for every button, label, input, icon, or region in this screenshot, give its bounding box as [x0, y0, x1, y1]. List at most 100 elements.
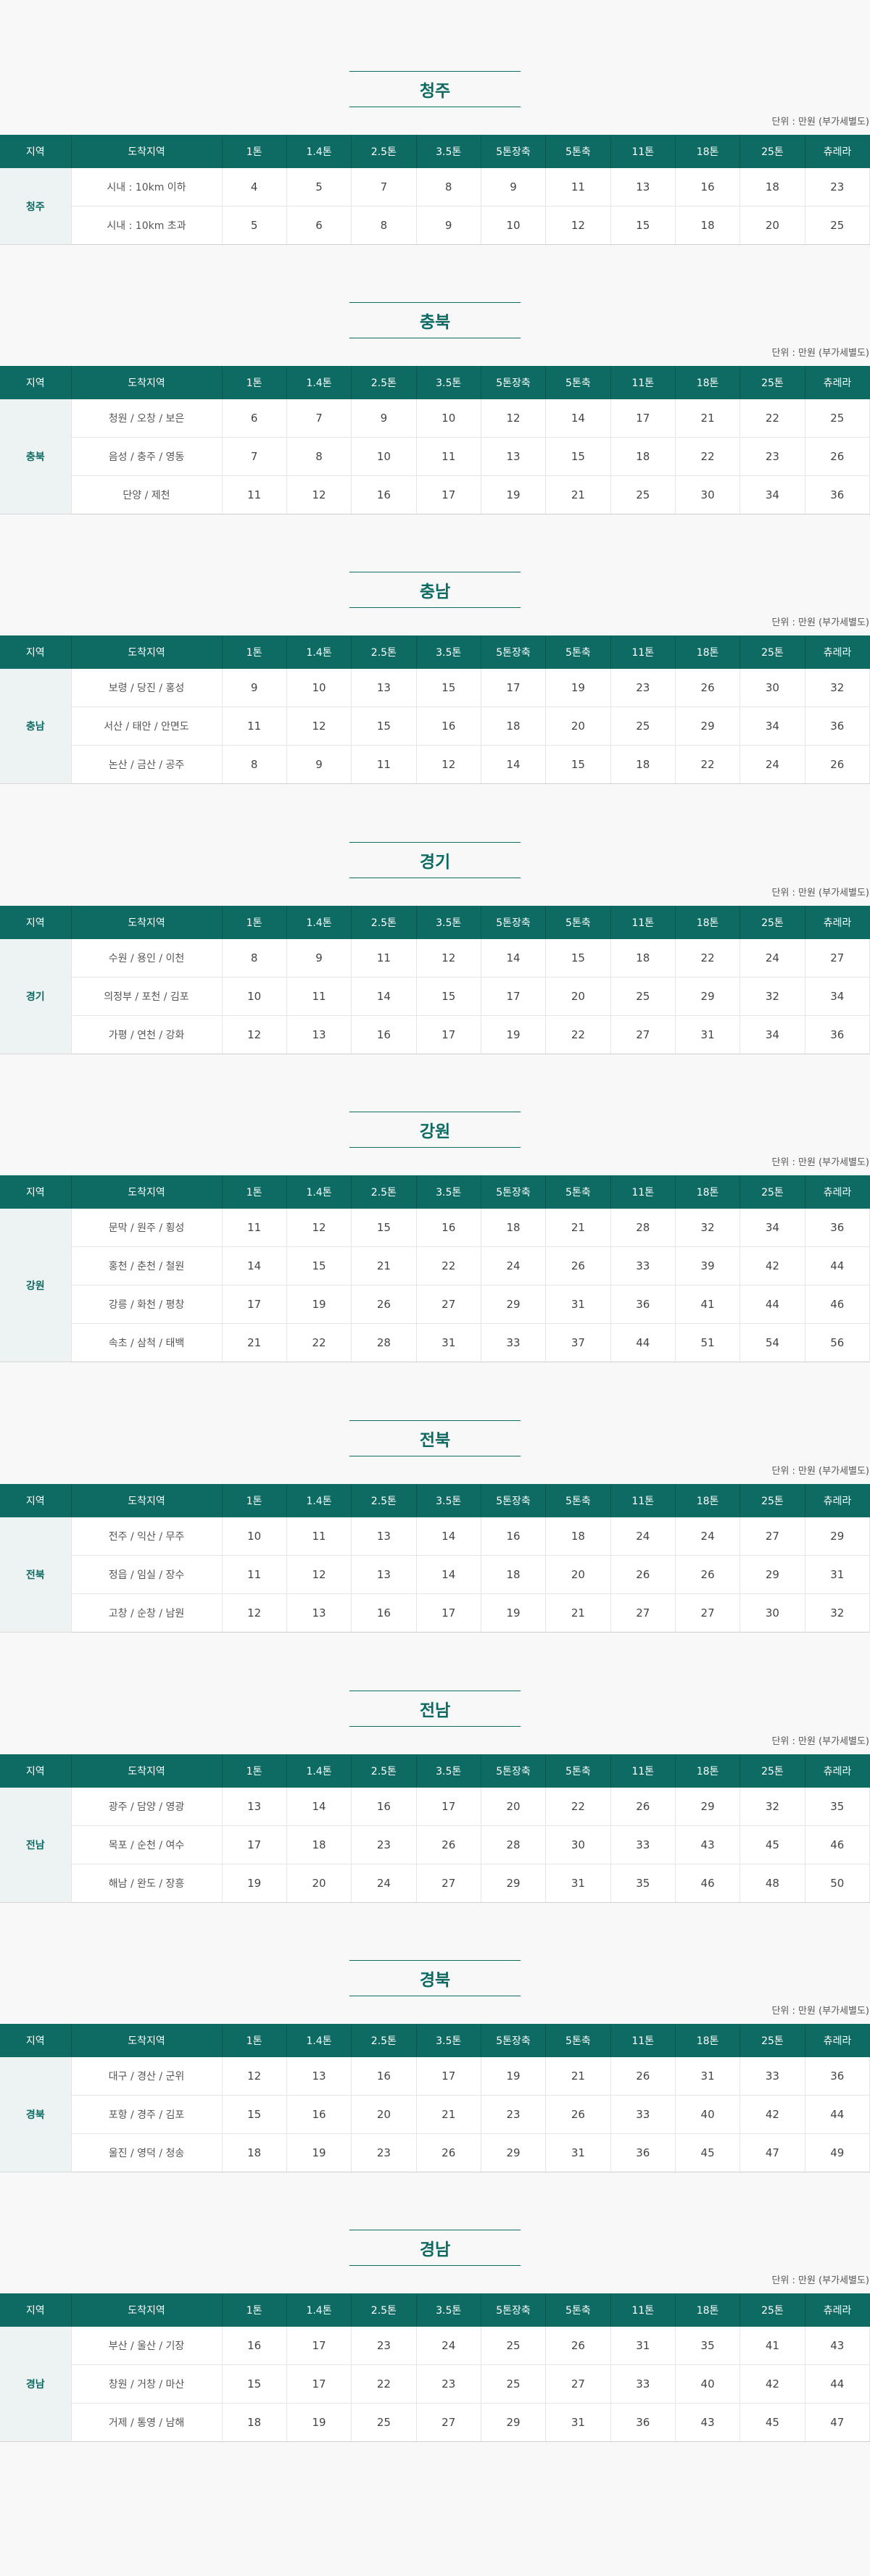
column-header: 18톤: [675, 906, 741, 939]
price-cell: 5: [286, 168, 352, 207]
price-cell: 17: [222, 1285, 287, 1324]
price-cell: 16: [416, 706, 481, 746]
price-cell: 47: [805, 2403, 870, 2442]
price-cell: 24: [675, 1517, 741, 1556]
column-header: 3.5톤: [416, 1484, 481, 1517]
price-cell: 31: [675, 2057, 741, 2096]
price-cell: 29: [481, 2403, 547, 2442]
region-cell: 전남: [0, 1788, 72, 1903]
column-header: 1.4톤: [286, 2024, 352, 2057]
price-cell: 20: [481, 1788, 547, 1826]
price-cell: 45: [740, 2403, 805, 2442]
table-row: 거제 / 통영 / 남해 18 19 25 27 29 31 36 43 45 47: [0, 2403, 870, 2442]
price-cell: 26: [416, 2133, 481, 2172]
price-cell: 26: [545, 2327, 611, 2365]
region-cell: 충북: [0, 399, 72, 514]
price-cell: 44: [805, 2095, 870, 2134]
column-header: 지역: [0, 366, 72, 399]
table-row: 가평 / 연천 / 강화 12 13 16 17 19 22 27 31 34 36: [0, 1015, 870, 1054]
price-cell: 25: [610, 475, 676, 514]
region-cell: 전북: [0, 1517, 72, 1633]
column-header: 2.5톤: [351, 2293, 417, 2327]
destination-cell: 대구 / 경산 / 군위: [71, 2057, 223, 2096]
unit-note: 단위 : 만원 (부가세별도): [771, 1466, 869, 1477]
column-header: 1.4톤: [286, 1484, 352, 1517]
price-cell: 18: [740, 168, 805, 207]
price-cell: 18: [286, 1825, 352, 1864]
column-header: 18톤: [675, 1175, 741, 1209]
column-header: 츄레라: [805, 635, 870, 669]
price-cell: 15: [222, 2095, 287, 2134]
price-cell: 17: [286, 2364, 352, 2404]
price-cell: 34: [740, 1015, 805, 1054]
price-cell: 35: [675, 2327, 741, 2365]
section-title: 경남: [419, 2241, 451, 2259]
price-cell: 31: [805, 1555, 870, 1594]
price-cell: 40: [675, 2095, 741, 2134]
price-cell: 13: [286, 1015, 352, 1054]
price-cell: 26: [805, 745, 870, 784]
price-cell: 35: [610, 1864, 676, 1903]
column-header: 지역: [0, 906, 72, 939]
price-cell: 14: [351, 977, 417, 1016]
column-header: 11톤: [610, 1175, 676, 1209]
price-cell: 31: [545, 2133, 611, 2172]
price-cell: 36: [805, 2057, 870, 2096]
destination-cell: 목포 / 순천 / 여수: [71, 1825, 223, 1864]
column-header: 1톤: [222, 1754, 287, 1788]
destination-cell: 울진 / 영덕 / 청송: [71, 2133, 223, 2172]
column-header: 18톤: [675, 635, 741, 669]
price-cell: 31: [545, 1285, 611, 1324]
price-cell: 4: [222, 168, 287, 207]
price-cell: 17: [416, 1015, 481, 1054]
price-cell: 16: [222, 2327, 287, 2365]
table-row: 속초 / 삼척 / 태백 21 22 28 31 33 37 44 51 54 56: [0, 1323, 870, 1362]
price-cell: 23: [351, 2133, 417, 2172]
table-row: 창원 / 거창 / 마산 15 17 22 23 25 27 33 40 42 44: [0, 2364, 870, 2404]
table-row: 강원 문막 / 원주 / 횡성 11 12 15 16 18 21 28 32 34 36: [0, 1209, 870, 1362]
column-header: 5톤장축: [481, 1175, 547, 1209]
price-cell: 25: [610, 706, 676, 746]
table-row: 해남 / 완도 / 장흥 19 20 24 27 29 31 35 46 48 50: [0, 1864, 870, 1903]
column-header: 2.5톤: [351, 1484, 417, 1517]
price-cell: 17: [610, 399, 676, 438]
price-cell: 44: [805, 1246, 870, 1285]
price-cell: 19: [481, 1015, 547, 1054]
price-cell: 16: [481, 1517, 547, 1556]
price-cell: 13: [481, 437, 547, 476]
price-cell: 29: [805, 1517, 870, 1556]
table-header-row: 지역 도착지역 1톤 1.4톤 2.5톤 3.5톤 5톤장축 5톤축 11톤 18톤 25톤 츄레라: [0, 366, 870, 399]
price-cell: 11: [545, 168, 611, 207]
price-cell: 27: [416, 1864, 481, 1903]
price-cell: 13: [351, 669, 417, 707]
price-cell: 16: [286, 2095, 352, 2134]
price-cell: 20: [545, 1555, 611, 1594]
price-cell: 30: [675, 475, 741, 514]
price-cell: 28: [351, 1323, 417, 1362]
price-cell: 17: [481, 977, 547, 1016]
column-header: 25톤: [740, 2293, 805, 2327]
destination-cell: 해남 / 완도 / 장흥: [71, 1864, 223, 1903]
price-cell: 56: [805, 1323, 870, 1362]
column-header: 11톤: [610, 1754, 676, 1788]
price-cell: 13: [351, 1517, 417, 1556]
column-header: 11톤: [610, 135, 676, 168]
price-cell: 16: [416, 1209, 481, 1247]
region-cell: 강원: [0, 1209, 72, 1362]
price-cell: 21: [222, 1323, 287, 1362]
price-cell: 33: [740, 2057, 805, 2096]
price-cell: 18: [610, 437, 676, 476]
price-cell: 19: [481, 475, 547, 514]
price-cell: 26: [805, 437, 870, 476]
table-row: 경북 대구 / 경산 / 군위 12 13 16 17 19 21 26 31 33 36: [0, 2057, 870, 2172]
price-cell: 42: [740, 2364, 805, 2404]
price-cell: 22: [545, 1788, 611, 1826]
column-header: 5톤장축: [481, 366, 547, 399]
price-cell: 21: [351, 1246, 417, 1285]
price-cell: 11: [351, 745, 417, 784]
price-cell: 22: [351, 2364, 417, 2404]
price-cell: 13: [351, 1555, 417, 1594]
price-cell: 22: [675, 745, 741, 784]
column-header: 3.5톤: [416, 1175, 481, 1209]
column-header: 1톤: [222, 135, 287, 168]
